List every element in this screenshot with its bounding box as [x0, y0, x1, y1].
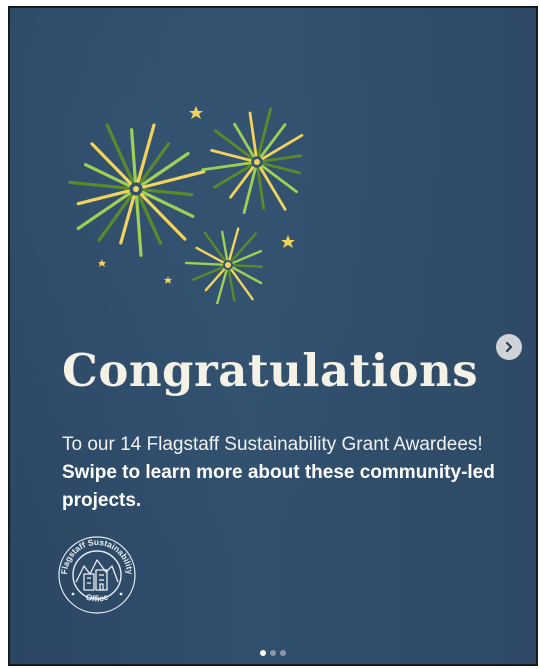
firework-ray	[68, 180, 130, 190]
firework-ray	[232, 264, 263, 268]
carousel-dot[interactable]	[280, 650, 286, 656]
page-title: Congratulations	[62, 344, 479, 397]
firework-ray	[129, 128, 137, 183]
firework-center	[225, 262, 231, 268]
firework-burst	[184, 227, 263, 304]
firework-ray	[184, 261, 224, 266]
firework-burst	[68, 123, 206, 257]
firework-center	[133, 186, 139, 192]
star-icon	[98, 259, 106, 267]
carousel-indicator	[10, 650, 536, 656]
firework-ray	[76, 189, 130, 206]
firework-ray	[248, 111, 258, 157]
carousel-dot[interactable]	[260, 650, 266, 656]
star-icon	[189, 106, 203, 119]
post-card: Congratulations To our 14 Flagstaff Sust…	[8, 6, 538, 666]
firework-ray	[230, 268, 254, 301]
star-icon	[164, 276, 172, 284]
svg-text:Office: Office	[85, 591, 110, 603]
next-slide-button[interactable]	[496, 334, 522, 360]
firework-ray	[135, 195, 143, 257]
firework-burst	[201, 107, 304, 214]
carousel-dot[interactable]	[270, 650, 276, 656]
fireworks-illustration	[68, 106, 304, 304]
body-regular-text: To our 14 Flagstaff Sustainability Grant…	[62, 434, 483, 455]
firework-ray	[142, 188, 194, 197]
star-icon	[281, 235, 295, 248]
body-bold-text: Swipe to learn more about these communit…	[62, 462, 495, 511]
firework-ray	[262, 154, 302, 163]
firework-center	[254, 159, 260, 165]
firework-ray	[232, 266, 263, 285]
firework-ray	[203, 231, 226, 262]
chevron-right-icon	[505, 341, 513, 353]
firework-ray	[256, 167, 265, 210]
post-body-text: To our 14 Flagstaff Sustainability Grant…	[62, 431, 502, 515]
firework-ray	[227, 269, 236, 302]
firework-ray	[220, 230, 229, 261]
firework-ray	[195, 246, 224, 264]
flagstaff-sustainability-office-logo: Flagstaff Sustainability Office	[58, 536, 136, 614]
